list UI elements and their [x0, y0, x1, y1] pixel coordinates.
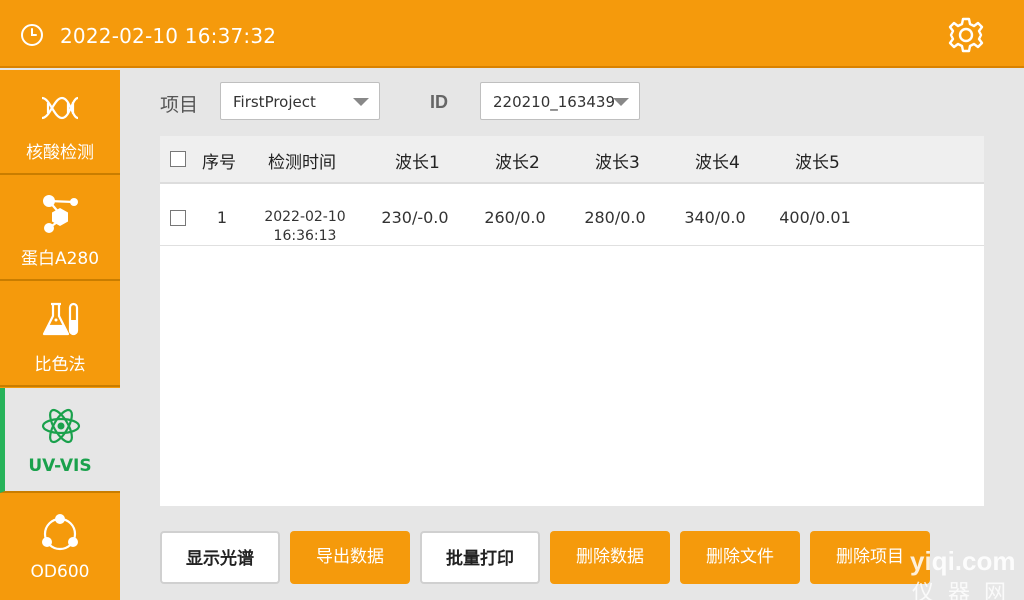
- delete-file-button[interactable]: 删除文件: [680, 531, 800, 584]
- column-header-wavelength4: 波长4: [695, 153, 740, 173]
- row-wavelength4: 340/0.0: [684, 208, 746, 227]
- row-wavelength3: 280/0.0: [584, 208, 646, 227]
- project-select-value: FirstProject: [233, 93, 316, 111]
- sidebar-item-label: 核酸检测: [26, 143, 94, 163]
- top-bar: 2022-02-10 16:37:32: [0, 0, 1024, 68]
- row-index: 1: [216, 208, 228, 227]
- id-select-value: 220210_163439: [493, 93, 616, 111]
- column-header-time: 检测时间: [268, 153, 336, 173]
- sidebar-item-label: UV-VIS: [28, 456, 92, 476]
- sidebar-item-uv-vis[interactable]: UV-VIS: [0, 388, 120, 493]
- select-all-checkbox[interactable]: [170, 151, 186, 167]
- row-date: 2022-02-10: [264, 209, 346, 225]
- sidebar-item-label: 蛋白A280: [20, 249, 100, 269]
- project-select[interactable]: FirstProject: [220, 82, 380, 120]
- delete-data-button[interactable]: 删除数据: [550, 531, 670, 584]
- id-label: ID: [430, 92, 448, 112]
- column-header-wavelength1: 波长1: [395, 153, 440, 173]
- show-spectrum-button[interactable]: 显示光谱: [160, 531, 280, 584]
- row-clock-time: 16:36:13: [273, 228, 337, 244]
- sidebar-item-nucleic-acid[interactable]: 核酸检测: [0, 70, 120, 175]
- sidebar-item-label: OD600: [30, 562, 90, 582]
- table-header: 序号 检测时间 波长1 波长2 波长3 波长4 波长5: [160, 136, 984, 184]
- project-label: 项目: [160, 94, 199, 116]
- column-header-index: 序号: [202, 153, 236, 173]
- row-time: 2022-02-10 16:36:13: [255, 208, 355, 246]
- row-wavelength1: 230/-0.0: [381, 208, 449, 227]
- table-row[interactable]: 1 2022-02-10 16:36:13 230/-0.0 260/0.0 2…: [160, 186, 984, 246]
- results-table: 序号 检测时间 波长1 波长2 波长3 波长4 波长5 1 2022-02-10…: [160, 136, 984, 506]
- clock-icon: [21, 24, 43, 46]
- atom-icon: [41, 408, 81, 444]
- row-checkbox[interactable]: [170, 210, 186, 226]
- sidebar-item-od600[interactable]: OD600: [0, 494, 120, 599]
- cells-icon: [42, 514, 78, 551]
- sidebar-item-colorimetric[interactable]: 比色法: [0, 282, 120, 387]
- batch-print-button[interactable]: 批量打印: [420, 531, 540, 584]
- column-header-wavelength2: 波长2: [495, 153, 540, 173]
- flask-icon: [42, 302, 79, 336]
- export-data-button[interactable]: 导出数据: [290, 531, 410, 584]
- sidebar-item-label: 比色法: [34, 355, 86, 375]
- sidebar: 核酸检测 蛋白A280 比色法 UV-VIS OD600: [0, 70, 120, 600]
- id-select[interactable]: 220210_163439: [480, 82, 640, 120]
- column-header-wavelength3: 波长3: [595, 153, 640, 173]
- watermark-name: 仪器网: [912, 581, 1021, 600]
- chevron-down-icon: [613, 98, 629, 106]
- sidebar-item-protein-a280[interactable]: 蛋白A280: [0, 176, 120, 281]
- current-datetime: 2022-02-10 16:37:32: [60, 24, 277, 48]
- molecule-icon: [43, 195, 78, 233]
- column-header-wavelength5: 波长5: [795, 153, 840, 173]
- gear-icon[interactable]: [946, 15, 986, 55]
- dna-icon: [41, 96, 79, 120]
- watermark-domain: yiqi.com: [910, 546, 1016, 576]
- row-wavelength5: 400/0.01: [779, 208, 851, 227]
- row-wavelength2: 260/0.0: [484, 208, 546, 227]
- chevron-down-icon: [353, 98, 369, 106]
